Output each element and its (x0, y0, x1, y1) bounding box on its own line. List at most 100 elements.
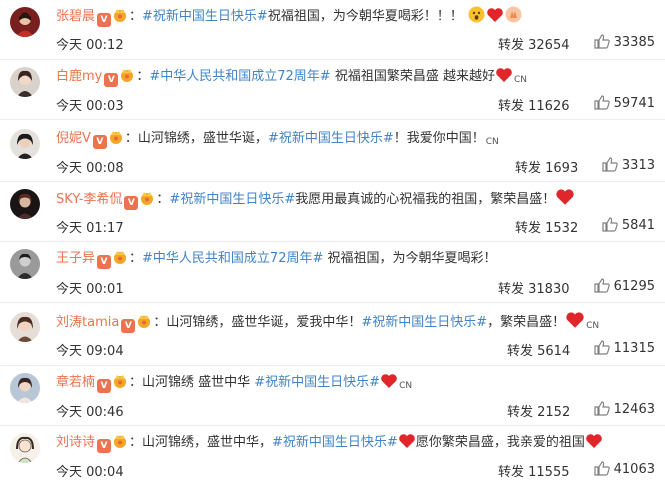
cn-flag-icon: CN (399, 381, 413, 391)
cn-flag-icon: CN (586, 321, 600, 331)
like-count: 33385 (613, 35, 655, 50)
post-row: 章若楠 V ：山河锦绣 盛世中华 #祝新中国生日快乐# CN 今天 00:46 转发 … (0, 365, 665, 425)
weibo-post-list: 张碧晨 V ：#祝新中国生日快乐#祝福祖国，为今朝华夏喝彩！！！ 今天 00:12 … (0, 0, 665, 484)
user-name[interactable]: 章若楠 (56, 375, 95, 390)
like-count: 59741 (613, 96, 655, 111)
topic-link[interactable]: #祝新中国生日快乐# (254, 375, 380, 390)
like-button[interactable]: 11315 (594, 340, 655, 356)
avatar[interactable] (10, 7, 40, 37)
like-button[interactable]: 33385 (594, 34, 655, 50)
heart-icon (556, 189, 574, 205)
post-text-prefix: ：山河锦绣，盛世华诞，爱我中华！ (153, 315, 362, 330)
surprised-face-icon (468, 6, 485, 23)
repost-button[interactable]: 转发 31830 (498, 278, 570, 297)
avatar[interactable] (10, 249, 40, 279)
post-row: SKY-李希侃 V ：#祝新中国生日快乐#我愿用最真诚的心祝福我的祖国，繁荣昌盛！ … (0, 181, 665, 241)
repost-button[interactable]: 转发 1693 (515, 157, 578, 176)
repost-button[interactable]: 转发 2152 (507, 401, 570, 420)
like-button[interactable]: 61295 (594, 278, 655, 294)
heart-icon (487, 8, 503, 22)
user-name[interactable]: 王子异 (56, 251, 95, 266)
crown-icon (138, 315, 151, 328)
post-time: 今天 00:04 (56, 465, 124, 480)
heart-icon (496, 68, 512, 82)
post-text-prefix: ： (136, 69, 150, 84)
avatar[interactable] (10, 189, 40, 219)
post-row: 刘涛tamia V ：山河锦绣，盛世华诞，爱我中华！#祝新中国生日快乐#，繁荣昌盛！… (0, 302, 665, 365)
crown-icon (114, 435, 127, 448)
post-row: 白鹿my V ：#中华人民共和国成立72周年# 祝福祖国繁荣昌盛 越来越好 CN 今天… (0, 59, 665, 119)
post-time: 今天 01:17 (56, 221, 124, 236)
like-count: 11315 (613, 341, 655, 356)
post-row: 张碧晨 V ：#祝新中国生日快乐#祝福祖国，为今朝华夏喝彩！！！ 今天 00:12 … (0, 0, 665, 59)
post-text: 我愿用最真诚的心祝福我的祖国，繁荣昌盛！ (295, 192, 556, 207)
like-count: 61295 (613, 279, 655, 294)
like-button[interactable]: 12463 (594, 401, 655, 417)
verified-badge-icon: V (97, 255, 112, 269)
like-count: 41063 (613, 462, 655, 477)
post-time: 今天 00:12 (56, 38, 124, 53)
thumbs-up-icon (594, 461, 610, 476)
post-row: 刘诗诗 V ：山河锦绣，盛世中华，#祝新中国生日快乐# 愿你繁荣昌盛，我亲爱的祖国 今… (0, 425, 665, 484)
post-text-prefix: ： (156, 192, 170, 207)
topic-link[interactable]: #中华人民共和国成立72周年# (149, 69, 330, 84)
repost-button[interactable]: 转发 11626 (498, 95, 570, 114)
topic-link[interactable]: #祝新中国生日快乐# (361, 315, 487, 330)
post-content: 白鹿my V ：#中华人民共和国成立72周年# 祝福祖国繁荣昌盛 越来越好 CN (56, 66, 659, 88)
verified-badge-icon: V (97, 379, 112, 393)
verified-badge-icon: V (104, 73, 119, 87)
verified-badge-icon: V (97, 439, 112, 453)
heart-icon (566, 312, 584, 328)
thumbs-up-icon (594, 340, 610, 355)
thumbs-up-icon (602, 217, 618, 232)
avatar[interactable] (10, 433, 40, 463)
thumbs-up-icon (594, 34, 610, 49)
like-button[interactable]: 5841 (602, 217, 655, 233)
topic-link[interactable]: #中华人民共和国成立72周年# (142, 251, 323, 266)
crown-icon (114, 251, 127, 264)
post-time: 今天 00:03 (56, 99, 124, 114)
topic-link[interactable]: #祝新中国生日快乐# (272, 435, 398, 450)
crown-icon (114, 9, 127, 22)
post-text: 祝福祖国，为今朝华夏喝彩！！！ (267, 9, 463, 24)
user-name[interactable]: 白鹿my (56, 69, 102, 84)
topic-link[interactable]: #祝新中国生日快乐# (142, 9, 268, 24)
verified-badge-icon: V (124, 196, 139, 210)
post-time: 今天 09:04 (56, 344, 124, 359)
avatar[interactable] (10, 373, 40, 403)
post-row: 倪妮V V ：山河锦绣，盛世华诞，#祝新中国生日快乐#！我爱你中国！CN 今天 00… (0, 119, 665, 181)
thumbs-up-icon (594, 95, 610, 110)
post-text-prefix: ：山河锦绣 盛世中华 (129, 375, 255, 390)
user-name[interactable]: 倪妮V (56, 131, 91, 146)
like-button[interactable]: 41063 (594, 461, 655, 477)
user-name[interactable]: 张碧晨 (56, 9, 95, 24)
repost-button[interactable]: 转发 32654 (498, 34, 570, 53)
like-button[interactable]: 59741 (594, 95, 655, 111)
repost-button[interactable]: 转发 5614 (507, 340, 570, 359)
user-name[interactable]: SKY-李希侃 (56, 192, 122, 207)
user-name[interactable]: 刘诗诗 (56, 435, 95, 450)
repost-button[interactable]: 转发 1532 (515, 217, 578, 236)
user-name[interactable]: 刘涛tamia (56, 315, 119, 330)
avatar[interactable] (10, 312, 40, 342)
topic-link[interactable]: #祝新中国生日快乐# (268, 131, 394, 146)
post-row: 王子异 V ：#中华人民共和国成立72周年# 祝福祖国，为今朝华夏喝彩！ 今天 00… (0, 241, 665, 302)
like-button[interactable]: 3313 (602, 157, 655, 173)
cn-flag-icon: CN (485, 137, 499, 147)
avatar[interactable] (10, 129, 40, 159)
post-content: 张碧晨 V ：#祝新中国生日快乐#祝福祖国，为今朝华夏喝彩！！！ (56, 6, 659, 28)
avatar[interactable] (10, 67, 40, 97)
post-text-prefix: ： (129, 9, 143, 24)
topic-link[interactable]: #祝新中国生日快乐# (169, 192, 295, 207)
thumbs-up-icon (594, 401, 610, 416)
crown-icon (114, 375, 127, 388)
heart-icon (399, 434, 415, 448)
post-content: 刘诗诗 V ：山河锦绣，盛世中华，#祝新中国生日快乐# 愿你繁荣昌盛，我亲爱的祖国 (56, 432, 659, 454)
post-time: 今天 00:08 (56, 161, 124, 176)
post-text-prefix: ： (129, 251, 143, 266)
post-text-prefix: ：山河锦绣，盛世华诞， (124, 131, 268, 146)
like-count: 5841 (621, 218, 655, 233)
repost-button[interactable]: 转发 11555 (498, 461, 570, 480)
like-count: 3313 (621, 158, 655, 173)
post-text: 祝福祖国，为今朝华夏喝彩！ (323, 251, 497, 266)
